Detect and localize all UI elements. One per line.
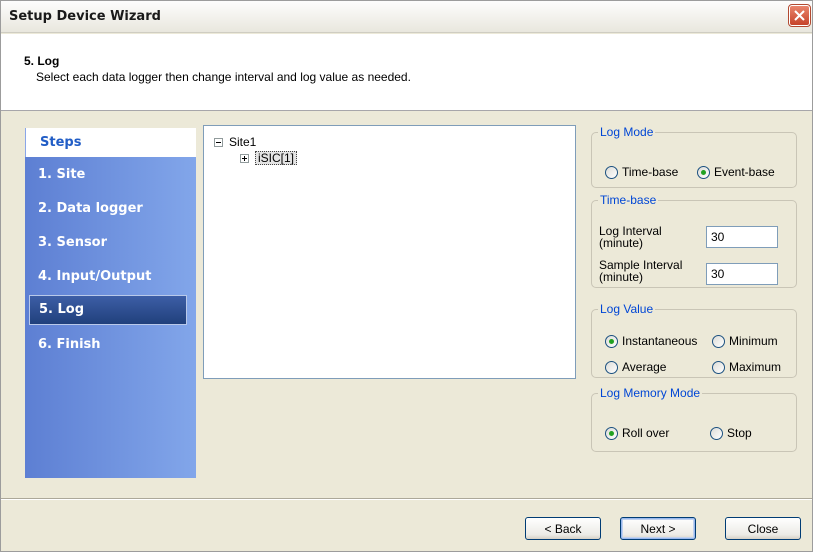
- radio-label: Time-base: [622, 165, 679, 179]
- radio-indicator: [710, 426, 723, 440]
- back-button-label: < Back: [544, 521, 582, 536]
- log-interval-label-line2: (minute): [599, 236, 644, 250]
- radio-minimum[interactable]: Minimum: [712, 334, 778, 348]
- log-memory-mode-legend: Log Memory Mode: [600, 386, 701, 400]
- radio-indicator: [712, 334, 725, 348]
- log-value-legend: Log Value: [600, 302, 654, 316]
- next-button[interactable]: Next >: [620, 517, 696, 540]
- radio-indicator: [605, 165, 618, 179]
- radio-indicator: [605, 426, 618, 440]
- device-tree[interactable]: Site1 iSIC[1]: [203, 125, 576, 379]
- radio-time-base[interactable]: Time-base: [605, 165, 678, 179]
- log-mode-legend: Log Mode: [600, 125, 654, 139]
- close-button-label: Close: [747, 521, 779, 536]
- sample-interval-input[interactable]: [706, 263, 778, 285]
- radio-label: Instantaneous: [622, 334, 698, 348]
- back-button[interactable]: < Back: [525, 517, 601, 540]
- time-base-legend: Time-base: [600, 193, 657, 207]
- radio-indicator: [697, 165, 710, 179]
- radio-label: Roll over: [622, 426, 670, 440]
- expand-icon[interactable]: [240, 153, 249, 163]
- window-title: Setup Device Wizard: [9, 9, 161, 24]
- time-base-group: Time-base Log Interval (minute) Sample I…: [591, 193, 797, 288]
- step-item-finish: 6. Finish: [38, 337, 101, 352]
- log-mode-group: Log Mode Time-base Event-base: [591, 125, 797, 188]
- radio-label: Minimum: [729, 334, 778, 348]
- radio-roll-over[interactable]: Roll over: [605, 426, 669, 440]
- close-icon: [794, 10, 805, 21]
- log-value-group: Log Value Instantaneous Minimum Average …: [591, 302, 797, 378]
- radio-maximum[interactable]: Maximum: [712, 360, 781, 374]
- radio-indicator: [605, 360, 618, 374]
- step-item-log: 5. Log: [29, 295, 187, 325]
- step-item-input-output: 4. Input/Output: [38, 269, 152, 284]
- steps-sidebar: Steps 1. Site 2. Data logger 3. Sensor 4…: [25, 128, 196, 478]
- page-title: 5. Log: [24, 54, 60, 68]
- sample-interval-label-line2: (minute): [599, 270, 644, 284]
- collapse-icon[interactable]: [214, 137, 223, 147]
- radio-event-base[interactable]: Event-base: [697, 165, 775, 179]
- radio-instantaneous[interactable]: Instantaneous: [605, 334, 697, 348]
- radio-indicator: [712, 360, 725, 374]
- close-window-button[interactable]: [788, 4, 811, 27]
- log-memory-mode-group: Log Memory Mode Roll over Stop: [591, 386, 797, 452]
- wizard-header: 5. Log Select each data logger then chan…: [1, 34, 812, 111]
- next-button-label: Next >: [640, 521, 676, 536]
- setup-wizard-window: Setup Device Wizard 5. Log Select each d…: [0, 0, 813, 552]
- steps-heading: Steps: [25, 128, 196, 157]
- tree-node-label: Site1: [229, 135, 257, 149]
- close-button[interactable]: Close: [725, 517, 801, 540]
- radio-label: Maximum: [729, 360, 782, 374]
- radio-label: Stop: [727, 426, 752, 440]
- radio-label: Event-base: [714, 165, 775, 179]
- sample-interval-label: Sample Interval (minute): [599, 259, 682, 283]
- tree-node-isic1[interactable]: iSIC[1]: [240, 151, 298, 165]
- step-item-site: 1. Site: [38, 167, 86, 182]
- step-item-sensor: 3. Sensor: [38, 235, 108, 250]
- steps-list: 1. Site 2. Data logger 3. Sensor 4. Inpu…: [25, 157, 196, 361]
- footer-divider: [1, 498, 812, 500]
- radio-average[interactable]: Average: [605, 360, 666, 374]
- radio-indicator: [605, 334, 618, 348]
- log-interval-input[interactable]: [706, 226, 778, 248]
- title-bar[interactable]: Setup Device Wizard: [1, 1, 812, 33]
- step-item-data-logger: 2. Data logger: [38, 201, 143, 216]
- page-description: Select each data logger then change inte…: [36, 70, 411, 84]
- radio-label: Average: [622, 360, 667, 374]
- tree-node-label: iSIC[1]: [255, 151, 298, 165]
- tree-node-site1[interactable]: Site1: [214, 135, 256, 149]
- log-interval-label: Log Interval (minute): [599, 225, 662, 249]
- radio-stop[interactable]: Stop: [710, 426, 752, 440]
